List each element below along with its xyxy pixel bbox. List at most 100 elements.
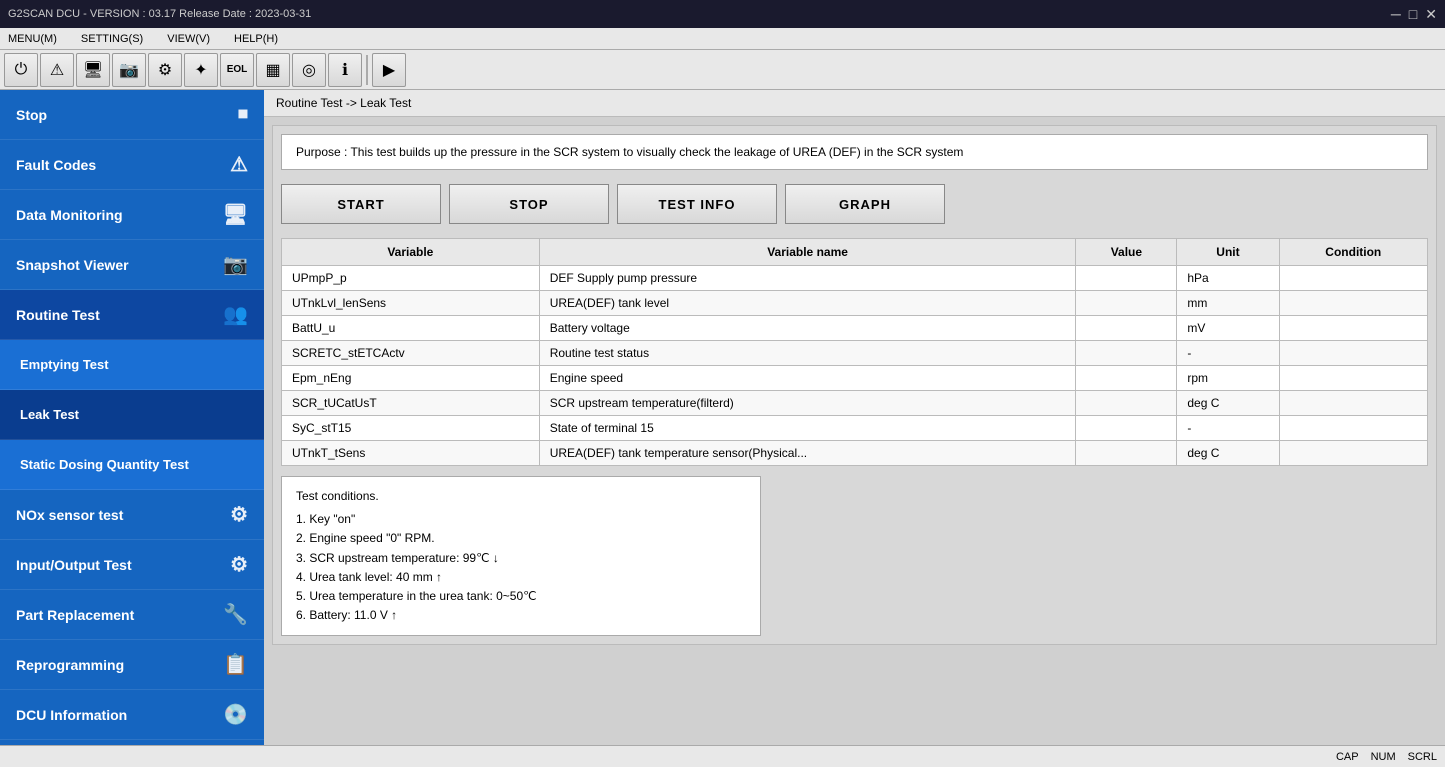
purpose-text: Purpose : This test builds up the pressu…: [296, 145, 963, 159]
table-row: UPmpP_pDEF Supply pump pressurehPa: [282, 266, 1428, 291]
sidebar-item-snapshot-viewer[interactable]: Snapshot Viewer 📷: [0, 240, 264, 290]
reprogramming-icon: 📋: [223, 652, 248, 677]
graph-button[interactable]: GRAPH: [785, 184, 945, 224]
status-scrl: SCRL: [1408, 751, 1437, 763]
sidebar-emptying-test-label: Emptying Test: [20, 357, 109, 372]
col-variable-name: Variable name: [539, 239, 1076, 266]
settings-toolbar-btn[interactable]: ⚙: [148, 53, 182, 87]
sidebar-routine-test-label: Routine Test: [16, 307, 100, 323]
sidebar-snapshot-label: Snapshot Viewer: [16, 257, 129, 273]
col-unit: Unit: [1177, 239, 1279, 266]
routine-test-icon: 👥: [223, 302, 248, 327]
sidebar-item-emptying-test[interactable]: Emptying Test: [0, 340, 264, 390]
menu-help[interactable]: HELP(H): [230, 31, 282, 47]
status-cap: CAP: [1336, 751, 1359, 763]
nox-icon: ⚙: [230, 502, 248, 527]
data-table: Variable Variable name Value Unit Condit…: [281, 238, 1428, 466]
monitor-toolbar-btn[interactable]: 🖥: [76, 53, 110, 87]
table-row: UTnkT_tSensUREA(DEF) tank temperature se…: [282, 441, 1428, 466]
inner-content: Purpose : This test builds up the pressu…: [264, 117, 1445, 745]
window-controls: ─ □ ✕: [1391, 6, 1437, 23]
grid-toolbar-btn[interactable]: ▦: [256, 53, 290, 87]
power-toolbar-btn[interactable]: ⏻: [4, 53, 38, 87]
sidebar-item-nox-sensor[interactable]: NOx sensor test ⚙: [0, 490, 264, 540]
data-monitoring-icon: 🖥: [223, 202, 248, 227]
close-button[interactable]: ✕: [1425, 6, 1437, 23]
menu-view[interactable]: VIEW(V): [163, 31, 214, 47]
sidebar-dcu-label: DCU Information: [16, 707, 127, 723]
condition-line: 1. Key "on": [296, 510, 746, 529]
test-info-button[interactable]: TEST INFO: [617, 184, 777, 224]
sidebar-item-reprogramming[interactable]: Reprogramming 📋: [0, 640, 264, 690]
sidebar-item-part-replacement[interactable]: Part Replacement 🔧: [0, 590, 264, 640]
main-layout: Stop ⏹ Fault Codes ⚠ Data Monitoring 🖥 S…: [0, 90, 1445, 745]
io-icon: ⚙: [230, 552, 248, 577]
sidebar-static-dosing-label: Static Dosing Quantity Test: [20, 457, 189, 472]
info-toolbar-btn[interactable]: ℹ: [328, 53, 362, 87]
sidebar-item-stop[interactable]: Stop ⏹: [0, 90, 264, 140]
sidebar-leak-test-label: Leak Test: [20, 407, 79, 422]
camera-toolbar-btn[interactable]: 📷: [112, 53, 146, 87]
fault-codes-icon: ⚠: [230, 152, 248, 177]
menu-bar: MENU(M) SETTING(S) VIEW(V) HELP(H): [0, 28, 1445, 50]
condition-line: 5. Urea temperature in the urea tank: 0~…: [296, 587, 746, 606]
app-title: G2SCAN DCU - VERSION : 03.17 Release Dat…: [8, 8, 311, 20]
status-num: NUM: [1371, 751, 1396, 763]
condition-line: 3. SCR upstream temperature: 99℃ ↓: [296, 549, 746, 568]
condition-line: 4. Urea tank level: 40 mm ↑: [296, 568, 746, 587]
table-row: SyC_stT15State of terminal 15-: [282, 416, 1428, 441]
menu-setting[interactable]: SETTING(S): [77, 31, 147, 47]
sidebar-data-monitoring-label: Data Monitoring: [16, 207, 123, 223]
sidebar-reprogramming-label: Reprogramming: [16, 657, 124, 673]
conditions-title: Test conditions.: [296, 487, 746, 506]
minimize-button[interactable]: ─: [1391, 6, 1401, 23]
condition-line: 2. Engine speed "0" RPM.: [296, 529, 746, 548]
arrow-toolbar-btn[interactable]: ▶: [372, 53, 406, 87]
sidebar-io-label: Input/Output Test: [16, 557, 132, 573]
col-variable: Variable: [282, 239, 540, 266]
col-condition: Condition: [1279, 239, 1427, 266]
sidebar: Stop ⏹ Fault Codes ⚠ Data Monitoring 🖥 S…: [0, 90, 264, 745]
sidebar-part-label: Part Replacement: [16, 607, 134, 623]
sidebar-fault-codes-label: Fault Codes: [16, 157, 96, 173]
toolbar-separator: [366, 55, 368, 85]
content-panel: Purpose : This test builds up the pressu…: [272, 125, 1437, 645]
table-row: UTnkLvl_lenSensUREA(DEF) tank levelmm: [282, 291, 1428, 316]
breadcrumb: Routine Test -> Leak Test: [264, 90, 1445, 117]
sidebar-item-static-dosing[interactable]: Static Dosing Quantity Test: [0, 440, 264, 490]
table-row: Epm_nEngEngine speedrpm: [282, 366, 1428, 391]
dcu-icon: 💿: [223, 702, 248, 727]
sidebar-item-dcu-info[interactable]: DCU Information 💿: [0, 690, 264, 740]
start-button[interactable]: START: [281, 184, 441, 224]
part-icon: 🔧: [223, 602, 248, 627]
conditions-box: Test conditions. 1. Key "on"2. Engine sp…: [281, 476, 761, 636]
stop-icon: ⏹: [238, 103, 248, 126]
sidebar-item-fault-codes[interactable]: Fault Codes ⚠: [0, 140, 264, 190]
table-row: SCR_tUCatUsTSCR upstream temperature(fil…: [282, 391, 1428, 416]
sidebar-item-input-output[interactable]: Input/Output Test ⚙: [0, 540, 264, 590]
status-bar: CAP NUM SCRL: [0, 745, 1445, 767]
restore-button[interactable]: □: [1409, 6, 1417, 23]
table-row: BattU_uBattery voltagemV: [282, 316, 1428, 341]
sidebar-item-leak-test[interactable]: Leak Test: [0, 390, 264, 440]
sidebar-stop-label: Stop: [16, 107, 47, 123]
conditions-lines: 1. Key "on"2. Engine speed "0" RPM.3. SC…: [296, 510, 746, 625]
button-row: START STOP TEST INFO GRAPH: [281, 184, 1428, 224]
sidebar-item-routine-test[interactable]: Routine Test 👥: [0, 290, 264, 340]
title-bar: G2SCAN DCU - VERSION : 03.17 Release Dat…: [0, 0, 1445, 28]
warning-toolbar-btn[interactable]: ⚠: [40, 53, 74, 87]
eol-toolbar-btn[interactable]: EOL: [220, 53, 254, 87]
menu-menu[interactable]: MENU(M): [4, 31, 61, 47]
toolbar: ⏻ ⚠ 🖥 📷 ⚙ ✦ EOL ▦ ◎ ℹ ▶: [0, 50, 1445, 90]
snapshot-icon: 📷: [223, 252, 248, 277]
stop-button[interactable]: STOP: [449, 184, 609, 224]
circle-toolbar-btn[interactable]: ◎: [292, 53, 326, 87]
col-value: Value: [1076, 239, 1177, 266]
sidebar-nox-label: NOx sensor test: [16, 507, 123, 523]
star-toolbar-btn[interactable]: ✦: [184, 53, 218, 87]
sidebar-item-data-monitoring[interactable]: Data Monitoring 🖥: [0, 190, 264, 240]
table-row: SCRETC_stETCActvRoutine test status-: [282, 341, 1428, 366]
condition-line: 6. Battery: 11.0 V ↑: [296, 606, 746, 625]
content-area: Routine Test -> Leak Test Purpose : This…: [264, 90, 1445, 745]
purpose-box: Purpose : This test builds up the pressu…: [281, 134, 1428, 170]
